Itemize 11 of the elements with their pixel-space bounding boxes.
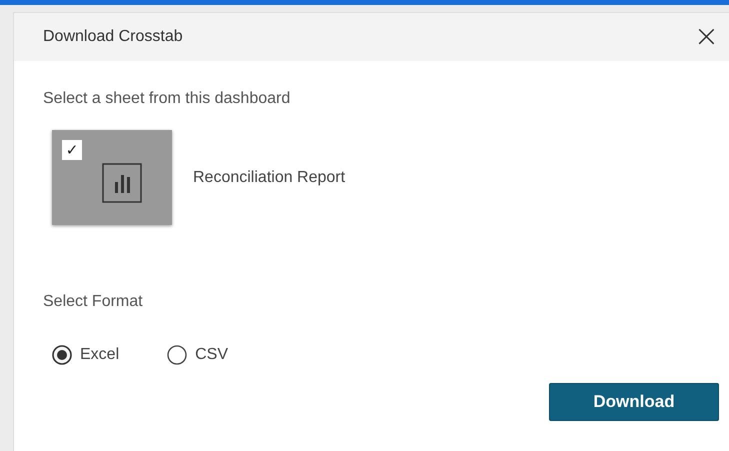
sheet-name: Reconciliation Report xyxy=(193,168,346,186)
format-radio[interactable]: Excel xyxy=(52,345,120,365)
format-prompt: Select Format xyxy=(43,293,144,311)
close-button[interactable]: × xyxy=(690,22,723,52)
sheet-checkbox[interactable]: ✓ xyxy=(62,140,82,160)
dialog-title: Download Crosstab xyxy=(43,28,183,46)
bar-chart-icon xyxy=(102,162,142,202)
sheet-thumbnail[interactable]: ✓ xyxy=(52,130,172,225)
format-radio[interactable]: CSV xyxy=(167,345,228,365)
download-button[interactable]: Download xyxy=(549,383,719,421)
sheet-prompt: Select a sheet from this dashboard xyxy=(43,90,292,108)
